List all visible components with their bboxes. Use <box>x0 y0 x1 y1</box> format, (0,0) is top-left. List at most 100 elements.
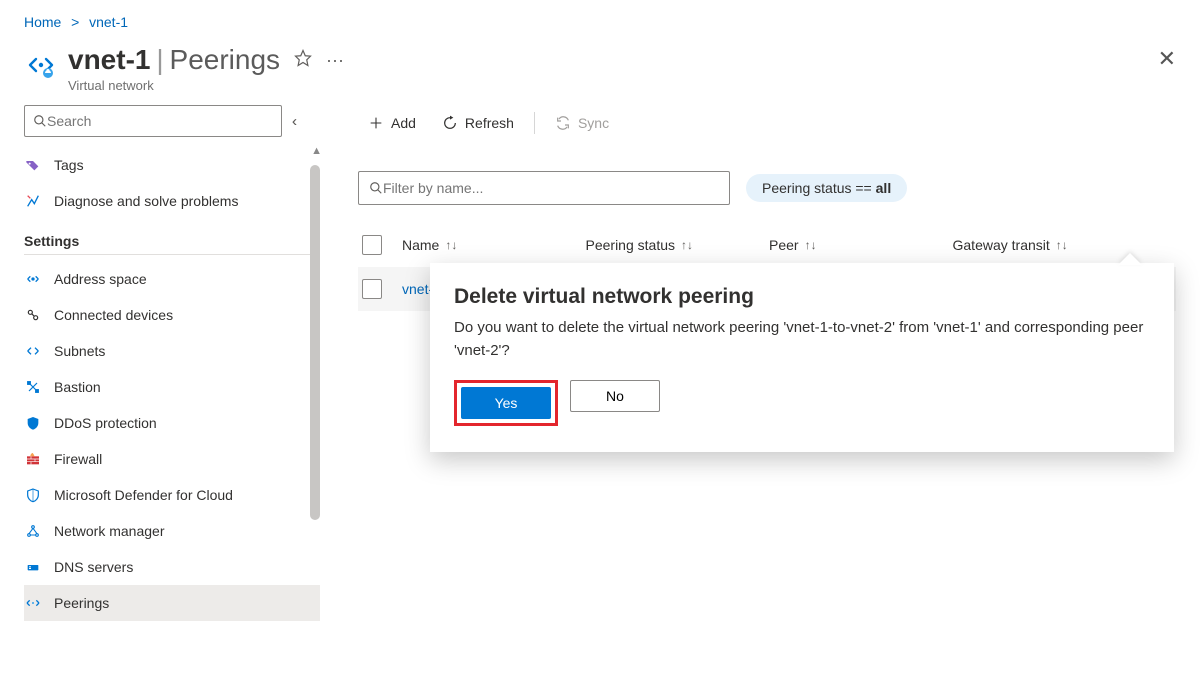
firewall-icon <box>24 450 42 468</box>
sidebar-item-label: Address space <box>54 271 147 287</box>
plus-icon <box>368 115 384 131</box>
sidebar-item-network-manager[interactable]: Network manager <box>24 513 320 549</box>
col-header-transit[interactable]: Gateway transit ↑↓ <box>953 237 1137 253</box>
no-button[interactable]: No <box>570 380 660 412</box>
scroll-up-arrow[interactable]: ▲ <box>311 145 320 157</box>
sidebar-item-label: Firewall <box>54 451 102 467</box>
vnet-resource-icon <box>24 48 58 82</box>
dns-icon <box>24 558 42 576</box>
network-manager-icon <box>24 522 42 540</box>
col-header-label: Gateway transit <box>953 237 1050 253</box>
page-section: Peerings <box>170 44 281 75</box>
sidebar-search-input[interactable] <box>47 113 273 129</box>
toolbar-separator <box>534 112 535 134</box>
peerings-icon <box>24 594 42 612</box>
dialog-title: Delete virtual network peering <box>454 285 1150 309</box>
pill-value: all <box>876 180 892 196</box>
sort-icon: ↑↓ <box>445 238 457 252</box>
diagnose-icon <box>24 192 42 210</box>
select-all-checkbox[interactable] <box>362 235 382 255</box>
peering-status-filter-pill[interactable]: Peering status == all <box>746 174 907 202</box>
refresh-icon <box>442 115 458 131</box>
yes-button-highlight: Yes <box>454 380 558 426</box>
sidebar-item-ddos[interactable]: DDoS protection <box>24 405 320 441</box>
more-actions-icon[interactable]: ··· <box>326 50 344 71</box>
sidebar-scrollbar[interactable]: ▲ <box>310 143 320 653</box>
filter-row: Peering status == all <box>358 171 1176 205</box>
breadcrumb-home[interactable]: Home <box>24 14 61 30</box>
refresh-button[interactable]: Refresh <box>432 111 524 135</box>
table-header-row: Name ↑↓ Peering status ↑↓ Peer ↑↓ Gatewa… <box>358 223 1176 267</box>
close-blade-button[interactable]: ✕ <box>1158 46 1176 72</box>
sidebar-search-box[interactable] <box>24 105 282 137</box>
sidebar-item-label: Tags <box>54 157 84 173</box>
dialog-callout-arrow <box>1118 253 1142 265</box>
sidebar-item-subnets[interactable]: Subnets <box>24 333 320 369</box>
sidebar-item-defender[interactable]: Microsoft Defender for Cloud <box>24 477 320 513</box>
sidebar-item-dns-servers[interactable]: DNS servers <box>24 549 320 585</box>
refresh-label: Refresh <box>465 115 514 131</box>
col-header-label: Peering status <box>586 237 676 253</box>
sidebar-item-peerings[interactable]: Peerings <box>24 585 320 621</box>
sync-label: Sync <box>578 115 609 131</box>
shield-icon <box>24 414 42 432</box>
sidebar-item-firewall[interactable]: Firewall <box>24 441 320 477</box>
dialog-body-text: Do you want to delete the virtual networ… <box>454 317 1150 362</box>
collapse-sidebar-button[interactable]: ‹‹ <box>292 113 298 130</box>
yes-button[interactable]: Yes <box>461 387 551 419</box>
sidebar-item-label: Connected devices <box>54 307 173 323</box>
sidebar-item-label: Bastion <box>54 379 101 395</box>
subnets-icon <box>24 342 42 360</box>
sidebar: ‹‹ ▲ Tags Diagnose and solve problems Se… <box>0 105 320 674</box>
resource-type-subtitle: Virtual network <box>68 78 1176 93</box>
search-icon <box>369 181 383 195</box>
sidebar-item-address-space[interactable]: Address space <box>24 261 320 297</box>
row-checkbox[interactable] <box>362 279 382 299</box>
sync-button: Sync <box>545 111 619 135</box>
breadcrumb: Home > vnet-1 <box>0 0 1200 36</box>
sidebar-item-label: Peerings <box>54 595 109 611</box>
favorite-star-icon[interactable] <box>294 49 312 72</box>
sidebar-item-label: Network manager <box>54 523 165 539</box>
search-icon <box>33 114 47 128</box>
toolbar: Add Refresh Sync <box>358 103 1176 143</box>
breadcrumb-current[interactable]: vnet-1 <box>89 14 128 30</box>
scrollbar-thumb[interactable] <box>310 165 320 520</box>
sidebar-item-connected-devices[interactable]: Connected devices <box>24 297 320 333</box>
sidebar-item-label: Subnets <box>54 343 105 359</box>
title-divider: | <box>156 44 163 75</box>
bastion-icon <box>24 378 42 396</box>
main-content: Add Refresh Sync <box>320 105 1200 674</box>
sidebar-item-diagnose[interactable]: Diagnose and solve problems <box>24 183 320 219</box>
defender-shield-icon <box>24 486 42 504</box>
pill-prefix: Peering status == <box>762 180 876 196</box>
address-space-icon <box>24 270 42 288</box>
connected-devices-icon <box>24 306 42 324</box>
col-header-peer[interactable]: Peer ↑↓ <box>769 237 953 253</box>
sidebar-item-bastion[interactable]: Bastion <box>24 369 320 405</box>
sidebar-nav[interactable]: ▲ Tags Diagnose and solve problems Setti… <box>24 143 320 653</box>
sync-icon <box>555 115 571 131</box>
add-button[interactable]: Add <box>358 111 426 135</box>
col-header-label: Name <box>402 237 439 253</box>
sidebar-section-settings: Settings <box>24 233 320 255</box>
tag-icon <box>24 156 42 174</box>
sort-icon: ↑↓ <box>1056 238 1068 252</box>
sort-icon: ↑↓ <box>805 238 817 252</box>
col-header-label: Peer <box>769 237 799 253</box>
sort-icon: ↑↓ <box>681 238 693 252</box>
sidebar-item-label: Diagnose and solve problems <box>54 193 238 209</box>
delete-peering-dialog: Delete virtual network peering Do you wa… <box>430 263 1174 452</box>
dialog-actions: Yes No <box>454 380 1150 426</box>
filter-by-name-input[interactable] <box>383 180 719 196</box>
col-header-name[interactable]: Name ↑↓ <box>402 237 586 253</box>
header: vnet-1 | Peerings ··· Virtual network ✕ <box>0 36 1200 93</box>
sidebar-item-label: DNS servers <box>54 559 133 575</box>
page-title: vnet-1 <box>68 44 150 75</box>
breadcrumb-sep: > <box>65 14 85 30</box>
add-label: Add <box>391 115 416 131</box>
col-header-status[interactable]: Peering status ↑↓ <box>586 237 770 253</box>
filter-by-name-box[interactable] <box>358 171 730 205</box>
sidebar-item-label: Microsoft Defender for Cloud <box>54 487 233 503</box>
sidebar-item-tags[interactable]: Tags <box>24 147 320 183</box>
